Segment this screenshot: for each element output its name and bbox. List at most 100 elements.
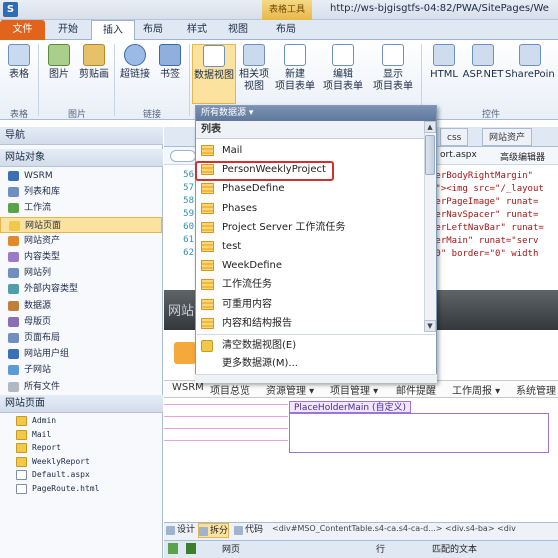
data-source-item[interactable]: Phases	[197, 199, 424, 218]
nav-item[interactable]: 网站用户组	[0, 346, 162, 362]
data-source-item[interactable]: PhaseDefine	[197, 179, 424, 198]
nav-item[interactable]: 网站页面	[0, 216, 162, 233]
tab-home[interactable]: 开始	[50, 20, 86, 40]
nav-item[interactable]: 母版页	[0, 314, 162, 330]
site-page-file[interactable]: Mail	[16, 428, 51, 442]
hyperlink-button[interactable]: 超链接	[117, 44, 153, 81]
play-icon[interactable]	[186, 543, 196, 554]
nav-item[interactable]: 工作流	[0, 200, 162, 216]
top-nav-item[interactable]: WSRM	[172, 382, 204, 393]
nav-item-icon	[8, 284, 19, 295]
nav-item[interactable]: 页面布局	[0, 330, 162, 346]
nav-item[interactable]: WSRM	[0, 168, 162, 184]
top-nav-item[interactable]: 项目管理 ▾	[330, 382, 378, 397]
data-source-item[interactable]: 工作流任务	[197, 275, 424, 294]
related-item-view-button[interactable]: 相关项 视图	[236, 44, 272, 93]
data-source-item[interactable]: Mail	[197, 141, 424, 160]
split-view-button[interactable]: 拆分	[198, 523, 230, 538]
nav-item[interactable]: 网站资产	[0, 233, 162, 249]
nav-item-label: 数据源	[24, 300, 52, 311]
top-nav-item[interactable]: 邮件提醒	[396, 382, 436, 397]
insert-picture-button[interactable]: 图片	[42, 44, 76, 81]
code-line[interactable]: derBodyRightMargin"	[430, 170, 533, 182]
site-page-file[interactable]: PageRoute.html	[16, 482, 99, 496]
display-item-form-button[interactable]: 显示 项目表单	[370, 44, 416, 93]
run-icon[interactable]	[168, 543, 178, 554]
aspnet-button[interactable]: ASP.NET	[462, 44, 504, 81]
doc-tab-site-assets[interactable]: 网站资产	[482, 128, 533, 146]
data-source-filter[interactable]: 所有数据源 ▾	[196, 106, 436, 121]
data-source-item[interactable]: Project Server 工作流任务	[197, 218, 424, 237]
placeholder-main-label[interactable]: PlaceHolderMain (自定义)	[289, 401, 412, 413]
picture-icon	[48, 44, 70, 66]
nav-item[interactable]: 子网站	[0, 362, 162, 378]
tag-selector-path[interactable]: <div#MSO_ContentTable.s4-ca.s4-ca-d...> …	[272, 524, 556, 533]
code-line[interactable]: derNavSpacer" runat=	[430, 209, 538, 221]
data-source-label: test	[222, 241, 242, 252]
code-view-button[interactable]: 代码	[234, 523, 263, 538]
nav-item[interactable]: 网站列	[0, 265, 162, 281]
sharepoint-controls-button[interactable]: SharePoin	[505, 44, 557, 81]
list-icon	[201, 317, 214, 329]
clear-data-view-icon	[201, 340, 213, 352]
nav-item-icon	[8, 381, 19, 392]
site-objects-header[interactable]: 网站对象	[0, 149, 163, 167]
layout-guide	[164, 440, 288, 441]
site-page-file[interactable]: Admin	[16, 414, 56, 428]
tab-layout[interactable]: 布局	[137, 20, 169, 40]
scroll-down-icon[interactable]: ▼	[424, 320, 436, 332]
site-page-file[interactable]: WeeklyReport	[16, 455, 90, 469]
edit-item-form-button[interactable]: 编辑 项目表单	[320, 44, 366, 93]
breadcrumb-advanced-editor[interactable]: 高级编辑器	[500, 150, 545, 163]
clear-data-view-item[interactable]: 清空数据视图(E)	[197, 337, 435, 355]
code-line[interactable]: g"><img src="/_layout	[430, 183, 544, 195]
code-icon	[234, 526, 243, 535]
code-line[interactable]: derMain" runat="serv	[430, 235, 538, 247]
data-source-item[interactable]: 内容和结构报告	[197, 314, 424, 333]
insert-clipart-button[interactable]: 剪贴画	[76, 44, 112, 81]
data-source-item[interactable]: 可重用内容	[197, 295, 424, 314]
nav-item[interactable]: 外部内容类型	[0, 281, 162, 297]
html-button[interactable]: HTML	[426, 44, 462, 81]
new-item-form-button[interactable]: 新建 项目表单	[272, 44, 318, 93]
html-icon	[433, 44, 455, 66]
tab-file[interactable]: 文件	[0, 20, 45, 40]
design-view-button[interactable]: 设计	[166, 523, 195, 538]
site-page-file[interactable]: Report	[16, 441, 61, 455]
placeholder-main-region[interactable]	[289, 413, 549, 453]
tab-style[interactable]: 样式	[181, 20, 213, 40]
top-nav-item[interactable]: 项目总览	[210, 382, 250, 397]
site-page-file[interactable]: Default.aspx	[16, 468, 90, 482]
code-line[interactable]: derPageImage" runat=	[430, 196, 538, 208]
code-line[interactable]: "0" border="0" width	[430, 248, 538, 260]
nav-item[interactable]: 所有文件	[0, 379, 162, 395]
insert-table-button[interactable]: 表格	[2, 44, 36, 81]
scrollbar-thumb[interactable]	[425, 135, 435, 175]
nav-item[interactable]: 内容类型	[0, 249, 162, 265]
nav-header: 导航	[0, 127, 163, 145]
top-nav-item[interactable]: 系统管理	[516, 382, 556, 397]
code-line[interactable]: derLeftNavBar" runat=	[430, 222, 544, 234]
scroll-up-icon[interactable]: ▲	[424, 121, 436, 133]
nav-item-label: 列表和库	[24, 187, 61, 198]
status-mode: 网页	[222, 545, 241, 555]
nav-item[interactable]: 列表和库	[0, 184, 162, 200]
data-view-button[interactable]: 数据视图	[192, 44, 236, 104]
top-nav-item[interactable]: 资源管理 ▾	[266, 382, 314, 397]
resize-grip[interactable]	[195, 374, 437, 383]
ribbon-separator	[189, 44, 190, 116]
tab-table-layout[interactable]: 布局	[268, 20, 304, 40]
tab-insert[interactable]: 插入	[91, 20, 135, 41]
doc-tab-css[interactable]: css	[440, 128, 469, 146]
nav-item[interactable]: 数据源	[0, 298, 162, 314]
top-nav-item[interactable]: 工作周报 ▾	[452, 382, 500, 397]
site-pages-header[interactable]: 网站页面	[0, 395, 163, 413]
data-source-item[interactable]: test	[197, 237, 424, 256]
breadcrumb-page[interactable]: ort.aspx	[440, 150, 477, 160]
more-data-sources-item[interactable]: 更多数据源(M)...	[197, 355, 435, 373]
tab-view[interactable]: 视图	[222, 20, 254, 40]
data-source-item[interactable]: WeekDefine	[197, 256, 424, 275]
bookmark-button[interactable]: 书签	[154, 44, 186, 81]
nav-item-icon	[8, 235, 19, 246]
back-forward-icon[interactable]	[170, 150, 196, 162]
